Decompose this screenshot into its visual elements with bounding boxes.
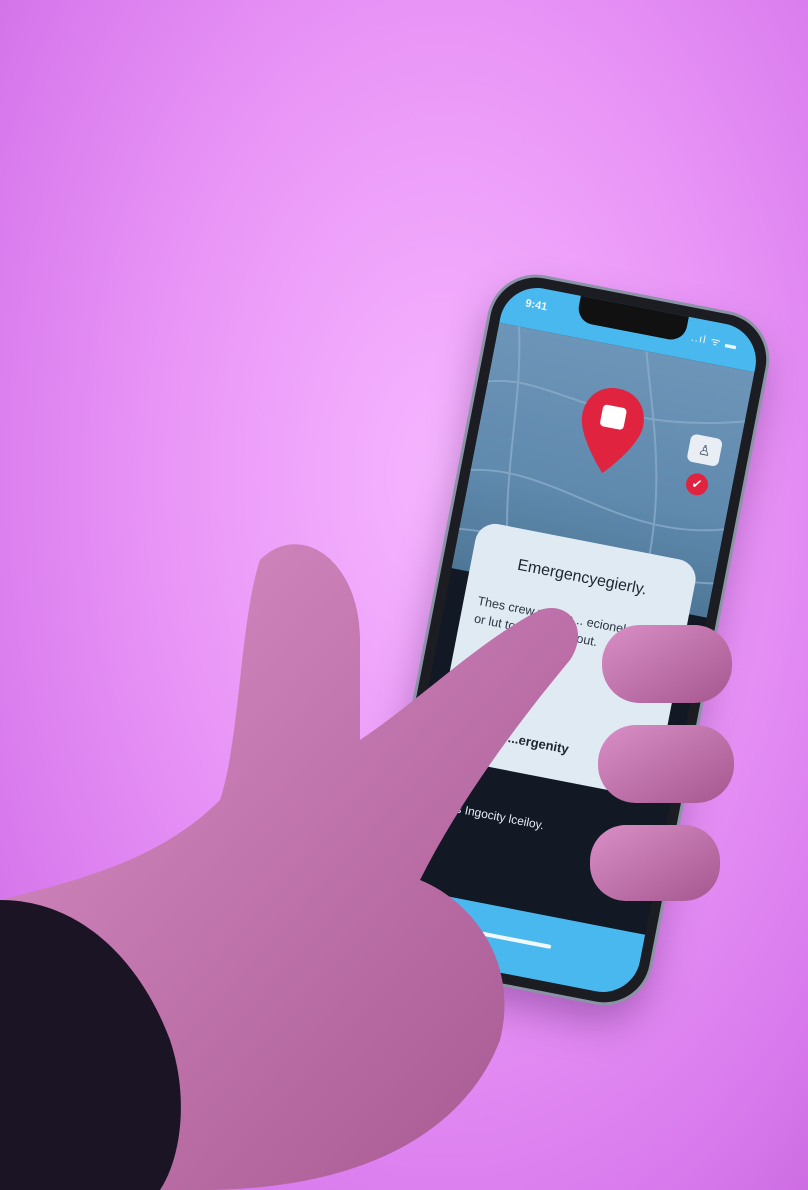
gripping-fingers [590, 625, 734, 901]
photo-scene: 9:41 ..ıl ᯤ ▬ ♙ ✓ Emergencyegierly. Thes… [0, 0, 808, 1190]
hand-illustration [0, 544, 734, 1190]
